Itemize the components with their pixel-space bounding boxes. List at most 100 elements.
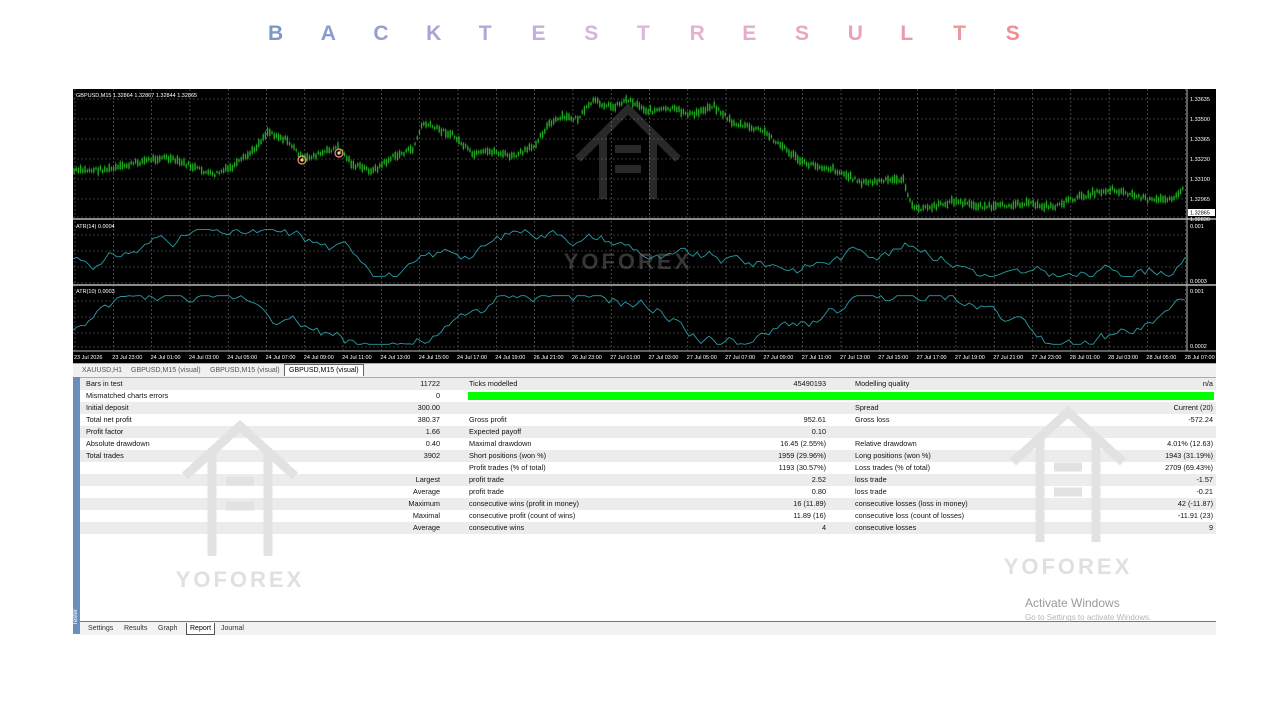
report-col1-value: 300.00 (417, 403, 440, 412)
candle-body (1105, 188, 1107, 195)
candle-body (689, 110, 691, 116)
candle-body (132, 162, 135, 165)
candle-body (748, 123, 751, 131)
report-row: Profit factor 1.66 Expected payoff 0.10 (80, 426, 1216, 438)
candle-body (735, 123, 737, 126)
report-col2-label: Expected payoff (469, 427, 522, 436)
report-row: Average profit trade 0.80 loss trade -0.21 (80, 486, 1216, 498)
candle-body (324, 150, 326, 153)
candle-body (964, 198, 966, 206)
candle-body (385, 159, 388, 167)
tester-tab[interactable]: Graph (158, 623, 177, 634)
candle-body (1008, 203, 1010, 208)
candle-body (709, 104, 711, 111)
candle-body (1058, 202, 1061, 206)
candle-body (555, 116, 557, 122)
candle-body (90, 169, 93, 173)
time-label: 27 Jul 23:00 (1032, 355, 1062, 361)
candle-body (504, 150, 506, 156)
candle-body (999, 202, 1001, 208)
atr10-label: ATR(10) 0.0003 (76, 289, 115, 295)
tester-tab[interactable]: Report (186, 623, 216, 635)
report-col2-label: profit trade (469, 475, 504, 484)
candle-body (253, 147, 256, 153)
tester-tab[interactable]: Journal (221, 623, 244, 634)
candle-body (524, 146, 526, 152)
candle-body (440, 128, 443, 136)
candle-body (772, 140, 775, 143)
candle-body (706, 103, 709, 111)
candle-body (1153, 198, 1155, 202)
candle-body (293, 144, 295, 150)
report-row: Initial deposit 300.00 Spread Current (20) (80, 402, 1216, 414)
candle-body (1039, 204, 1041, 209)
modelling-quality-bar (468, 392, 1214, 400)
candle-body (603, 102, 605, 109)
candle-body (431, 125, 434, 128)
report-row: Bars in test 11722 Ticks modelled 45490193 M… (80, 378, 1216, 390)
candle-body (579, 116, 581, 119)
time-label: 24 Jul 07:00 (266, 355, 296, 361)
candle-body (896, 175, 898, 184)
candle-body (715, 106, 718, 114)
candle-body (843, 171, 845, 177)
candle-body (1182, 186, 1184, 190)
candle-body (1069, 197, 1072, 200)
chart-tab[interactable]: GBPUSD,M15 (visual) (127, 365, 205, 376)
candle-body (891, 176, 894, 184)
candle-body (178, 158, 181, 166)
chart-tab[interactable]: GBPUSD,M15 (visual) (284, 364, 364, 376)
candle-body (944, 201, 946, 207)
candle-body (1032, 199, 1034, 207)
candle-body (196, 166, 198, 169)
candle-body (330, 149, 333, 153)
time-label: 27 Jul 21:00 (993, 355, 1023, 361)
candle-body (790, 151, 792, 158)
report-col2-label: Short positions (won %) (469, 451, 547, 460)
time-label: 27 Jul 11:00 (802, 355, 832, 361)
candle-body (728, 114, 731, 122)
candle-body (684, 111, 687, 115)
candle-body (764, 127, 766, 136)
candle-body (1144, 194, 1147, 200)
candle-body (737, 123, 740, 127)
candle-body (929, 205, 931, 209)
report-col3-value: -0.21 (1196, 487, 1213, 496)
chart-tab[interactable]: XAUUSD,H1 (78, 365, 126, 376)
candle-body (1043, 203, 1045, 212)
chart-canvas[interactable]: YOFOREX GBPUSD,M15 1.32864 1.32867 1.3284… (73, 89, 1216, 363)
price-chart[interactable]: YOFOREX GBPUSD,M15 1.32864 1.32867 1.3284… (73, 89, 1216, 363)
candle-body (1083, 194, 1085, 200)
candle-body (163, 154, 165, 159)
candle-body (557, 117, 559, 121)
candle-body (352, 160, 355, 169)
report-row: Average consecutive wins 4 consecutive loss… (80, 522, 1216, 534)
tester-tab[interactable]: Results (124, 623, 147, 634)
candle-body (381, 162, 383, 168)
report-col3-label: Modelling quality (855, 379, 910, 388)
candle-body (924, 205, 927, 209)
candle-body (1017, 199, 1019, 206)
candle-body (387, 157, 390, 163)
candle-body (1047, 205, 1050, 210)
candle-body (475, 150, 478, 155)
candle-body (337, 142, 339, 149)
candle-body (750, 125, 753, 131)
candle-body (889, 178, 891, 182)
candle-body (539, 133, 542, 138)
candle-body (167, 156, 170, 163)
tester-side-panel[interactable]: Tester (73, 377, 80, 634)
candle-body (1089, 193, 1092, 199)
candle-body (464, 143, 467, 148)
chart-tab[interactable]: GBPUSD,M15 (visual) (206, 365, 284, 376)
candle-body (1124, 191, 1127, 195)
candle-body (601, 103, 603, 108)
candle-body (269, 128, 271, 136)
tester-tab[interactable]: Settings (88, 623, 113, 634)
candle-body (942, 203, 944, 207)
candle-body (761, 130, 764, 133)
candle-body (86, 169, 88, 173)
candle-body (445, 129, 447, 138)
report-col3-label: Long positions (won %) (855, 451, 931, 460)
candle-body (350, 160, 352, 169)
